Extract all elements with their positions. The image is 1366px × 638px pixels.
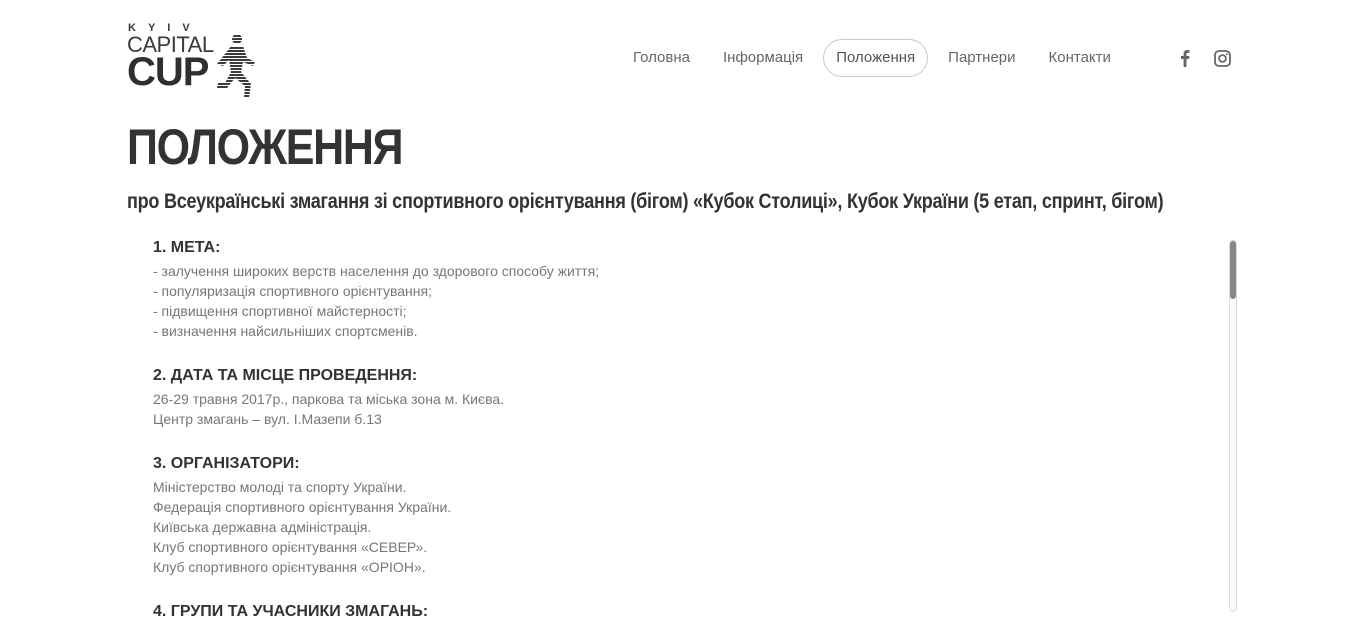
- nav-item-information[interactable]: Інформація: [710, 39, 816, 77]
- section-line: Міністерство молоді та спорту України.: [153, 479, 407, 495]
- social-links: [1174, 47, 1248, 69]
- section-line: Київська державна адміністрація.: [153, 519, 372, 535]
- page-subtitle: про Всеукраїнські змагання зі спортивног…: [127, 190, 1164, 213]
- site-logo[interactable]: KYIV CAPITAL CUP: [127, 22, 257, 102]
- nav-item-contacts[interactable]: Контакти: [1036, 39, 1124, 77]
- section-line: Клуб спортивного орієнтування «ОРІОН».: [153, 559, 426, 575]
- section-groups: 4. ГРУПИ ТА УЧАСНИКИ ЗМАГАНЬ:: [153, 600, 1213, 616]
- scrollbar-thumb[interactable]: [1230, 241, 1236, 299]
- facebook-icon[interactable]: [1174, 47, 1196, 69]
- section-line: Клуб спортивного орієнтування «СЕВЕР».: [153, 539, 428, 555]
- section-organizers: 3. ОРГАНІЗАТОРИ: Міністерство молоді та …: [153, 452, 1213, 577]
- nav-item-home[interactable]: Головна: [620, 39, 703, 77]
- section-line: Федерація спортивного орієнтування Украї…: [153, 499, 452, 515]
- runner-logo-icon: [217, 34, 255, 98]
- section-line: 26-29 травня 2017р., паркова та міська з…: [153, 391, 505, 407]
- section-line: Центр змагань – вул. І.Мазепи б.13: [153, 411, 382, 427]
- section-heading: 4. ГРУПИ ТА УЧАСНИКИ ЗМАГАНЬ:: [153, 603, 429, 616]
- regulations-content[interactable]: 1. МЕТА: - залучення широких верств насе…: [153, 236, 1213, 616]
- page: KYIV CAPITAL CUP Головна Інформація Поло…: [0, 0, 1366, 638]
- nav-item-regulations[interactable]: Положення: [823, 39, 929, 77]
- main-nav: Головна Інформація Положення Партнери Ко…: [620, 39, 1131, 77]
- section-goal: 1. МЕТА: - залучення широких верств насе…: [153, 236, 1213, 341]
- content-scrollbar[interactable]: [1229, 240, 1237, 612]
- section-line: - підвищення спортивної майстерності;: [153, 303, 407, 319]
- nav-item-partners[interactable]: Партнери: [935, 39, 1028, 77]
- section-line: - залучення широких верств населення до …: [153, 263, 600, 279]
- logo-cup-text: CUP: [127, 50, 209, 94]
- section-heading: 1. МЕТА:: [153, 239, 221, 256]
- section-line: - визначення найсильніших спортсменів.: [153, 323, 418, 339]
- instagram-icon[interactable]: [1211, 47, 1233, 69]
- section-heading: 2. ДАТА ТА МІСЦЕ ПРОВЕДЕННЯ:: [153, 367, 418, 384]
- section-date-place: 2. ДАТА ТА МІСЦЕ ПРОВЕДЕННЯ: 26-29 травн…: [153, 364, 1213, 429]
- section-line: - популяризація спортивного орієнтування…: [153, 283, 432, 299]
- section-heading: 3. ОРГАНІЗАТОРИ:: [153, 455, 300, 472]
- page-title: ПОЛОЖЕННЯ: [127, 119, 404, 175]
